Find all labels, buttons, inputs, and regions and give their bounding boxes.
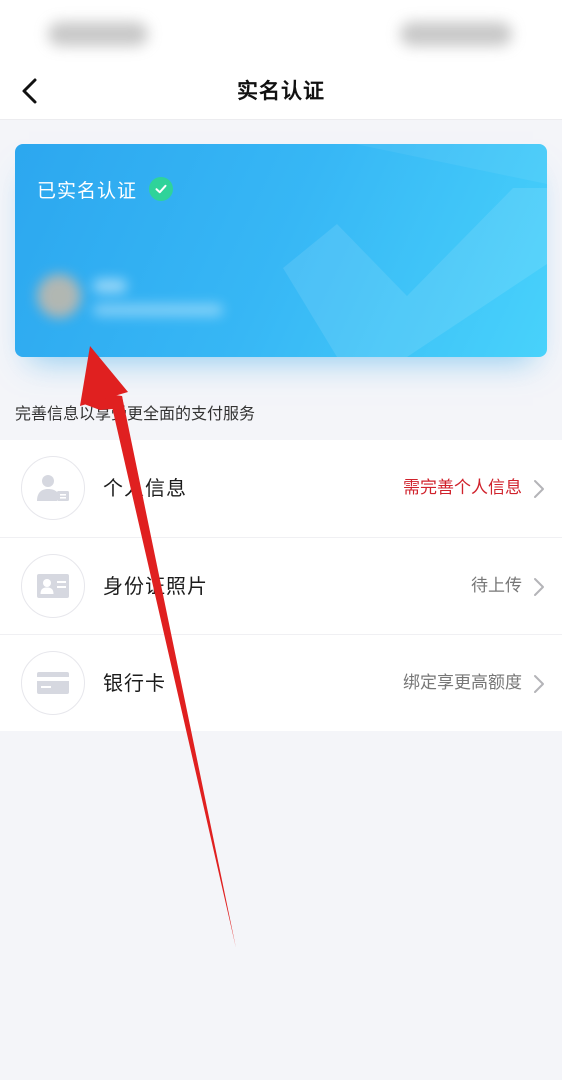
status-bar-blurred-left [48,22,148,46]
list-item-status: 需完善个人信息 [403,478,522,498]
status-bar-blurred-right [400,22,512,46]
avatar [37,274,81,318]
list-item-label: 身份证照片 [103,574,208,598]
chevron-left-icon [22,78,37,104]
list-item-bank-card[interactable]: 银行卡 绑定享更高额度 [0,634,562,731]
verification-status: 已实名认证 [37,174,174,204]
verification-items-list: 个人信息 需完善个人信息 身份证照片 待上传 银行卡 绑定享更高额度 [0,440,562,731]
info-hint-text: 完善信息以享受更全面的支付服务 [15,404,256,423]
nav-bar: 实名认证 [0,62,562,120]
list-item-label: 银行卡 [103,671,166,695]
person-card-icon [21,456,85,520]
list-item-personal-info[interactable]: 个人信息 需完善个人信息 [0,440,562,537]
blurred-id-number [93,304,223,316]
list-item-status: 待上传 [471,576,522,596]
verification-card[interactable]: 已实名认证 [15,144,547,357]
id-card-icon [21,554,85,618]
status-bar [0,0,562,62]
chevron-right-icon [534,675,544,693]
page-title: 实名认证 [237,79,325,103]
blurred-name [93,279,127,293]
chevron-right-icon [534,578,544,596]
list-item-label: 个人信息 [103,476,187,500]
back-button[interactable] [12,72,48,110]
list-item-status: 绑定享更高额度 [403,673,522,693]
list-item-id-photo[interactable]: 身份证照片 待上传 [0,537,562,634]
bank-card-icon [21,651,85,715]
verification-status-text: 已实名认证 [37,179,138,202]
chevron-right-icon [534,480,544,498]
check-circle-icon [149,177,174,201]
